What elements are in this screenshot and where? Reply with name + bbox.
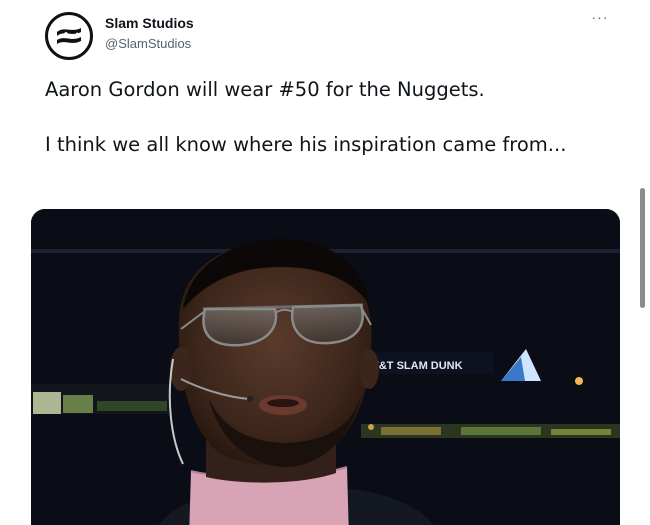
tweet-text-line: I think we all know where his inspiratio…: [45, 133, 567, 156]
tweet-media-photo[interactable]: AT&T SLAM DUNK: [31, 209, 620, 525]
author-display-name[interactable]: Slam Studios: [105, 15, 194, 31]
more-options-button[interactable]: ···: [588, 10, 612, 30]
slam-logo-icon: [57, 28, 81, 44]
arena-sign-text: AT&T SLAM DUNK: [365, 360, 463, 372]
ellipsis-icon: ···: [591, 9, 609, 25]
author-avatar[interactable]: [45, 12, 93, 60]
photo-icon: AT&T SLAM DUNK: [31, 209, 620, 525]
author-handle[interactable]: @SlamStudios: [105, 36, 191, 51]
tweet-text-line: Aaron Gordon will wear #50 for the Nugge…: [45, 78, 485, 101]
scrollbar-thumb[interactable]: [640, 188, 645, 308]
